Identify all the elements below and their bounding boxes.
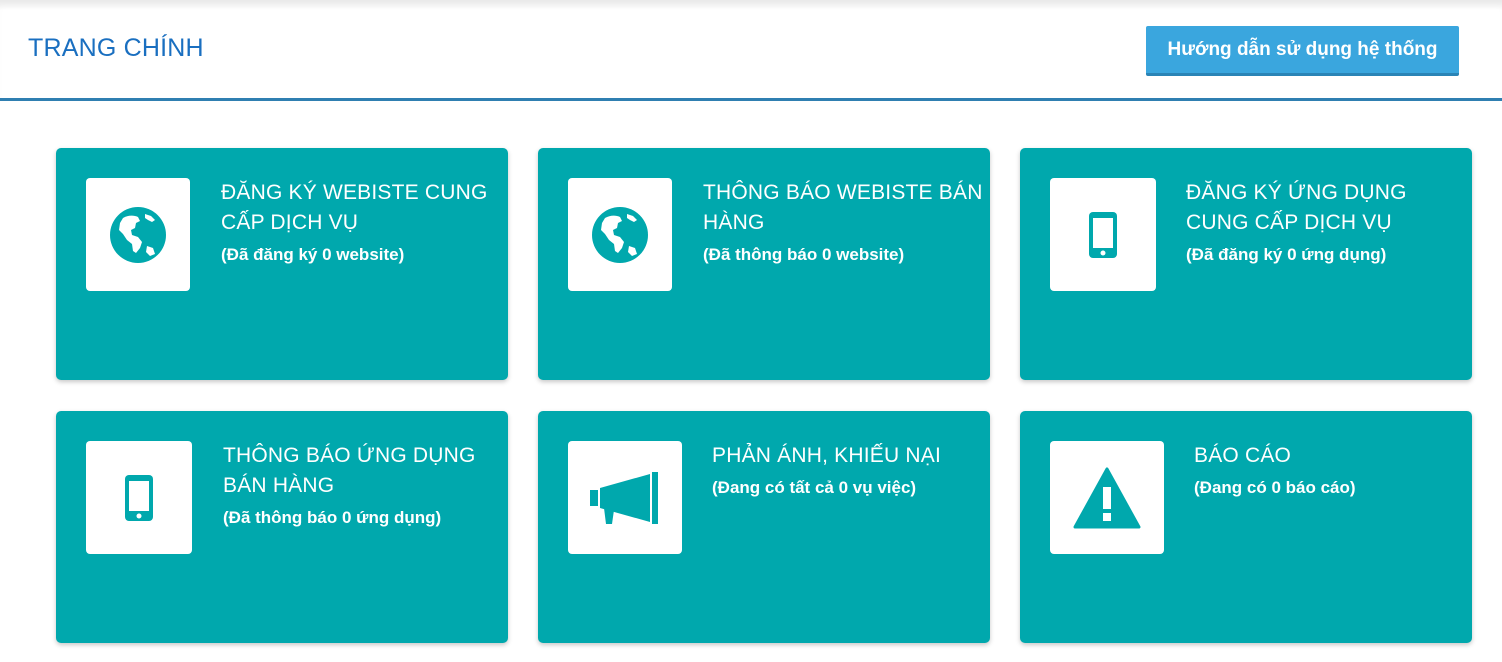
card-register-service-website[interactable]: ĐĂNG KÝ WEBISTE CUNG CẤP DỊCH VỤ (Đã đăn… [56,148,508,380]
card-complaints[interactable]: PHẢN ÁNH, KHIẾU NẠI (Đang có tất cả 0 vụ… [538,411,990,643]
mobile-phone-icon [1089,211,1117,258]
card-icon-box [86,441,192,554]
globe-icon [110,206,166,263]
mobile-phone-icon [125,474,153,521]
card-text: ĐĂNG KÝ WEBISTE CUNG CẤP DỊCH VỤ (Đã đăn… [221,178,501,266]
card-text: PHẢN ÁNH, KHIẾU NẠI (Đang có tất cả 0 vụ… [712,441,941,499]
card-register-service-app[interactable]: ĐĂNG KÝ ỨNG DỤNG CUNG CẤP DỊCH VỤ (Đã đă… [1020,148,1472,380]
card-notify-sales-website[interactable]: THÔNG BÁO WEBISTE BÁN HÀNG (Đã thông báo… [538,148,990,380]
card-icon-box [1050,441,1164,554]
card-text: THÔNG BÁO ỨNG DỤNG BÁN HÀNG (Đã thông bá… [223,441,503,529]
card-text: THÔNG BÁO WEBISTE BÁN HÀNG (Đã thông báo… [703,178,983,266]
card-subtitle: (Đang có 0 báo cáo) [1194,478,1356,497]
card-text: ĐĂNG KÝ ỨNG DỤNG CUNG CẤP DỊCH VỤ (Đã đă… [1186,178,1466,266]
card-title: ĐĂNG KÝ WEBISTE CUNG CẤP DỊCH VỤ [221,181,488,234]
card-title: BÁO CÁO [1194,444,1292,467]
card-icon-box [86,178,190,291]
card-title: PHẢN ÁNH, KHIẾU NẠI [712,444,942,467]
card-icon-box [1050,178,1156,291]
system-guide-button[interactable]: Hướng dẫn sử dụng hệ thống [1146,26,1459,76]
card-title: ĐĂNG KÝ ỨNG DỤNG CUNG CẤP DỊCH VỤ [1186,181,1407,234]
card-icon-box [568,178,672,291]
card-subtitle: (Đã đăng ký 0 website) [221,245,405,264]
card-subtitle: (Đang có tất cả 0 vụ việc) [712,478,917,497]
card-title: THÔNG BÁO WEBISTE BÁN HÀNG [703,181,983,234]
page-header: TRANG CHÍNH Hướng dẫn sử dụng hệ thống [0,0,1502,101]
page-title: TRANG CHÍNH [28,34,204,62]
card-text: BÁO CÁO (Đang có 0 báo cáo) [1194,441,1356,499]
card-title: THÔNG BÁO ỨNG DỤNG BÁN HÀNG [223,444,476,497]
warning-icon [1073,467,1141,528]
card-subtitle: (Đã thông báo 0 ứng dụng) [223,508,442,527]
header-shade [0,0,1502,10]
card-notify-sales-app[interactable]: THÔNG BÁO ỨNG DỤNG BÁN HÀNG (Đã thông bá… [56,411,508,643]
globe-icon [592,206,648,263]
card-reports[interactable]: BÁO CÁO (Đang có 0 báo cáo) [1020,411,1472,643]
megaphone-icon [590,471,658,524]
card-subtitle: (Đã đăng ký 0 ứng dụng) [1186,245,1387,264]
card-icon-box [568,441,682,554]
card-subtitle: (Đã thông báo 0 website) [703,245,905,264]
